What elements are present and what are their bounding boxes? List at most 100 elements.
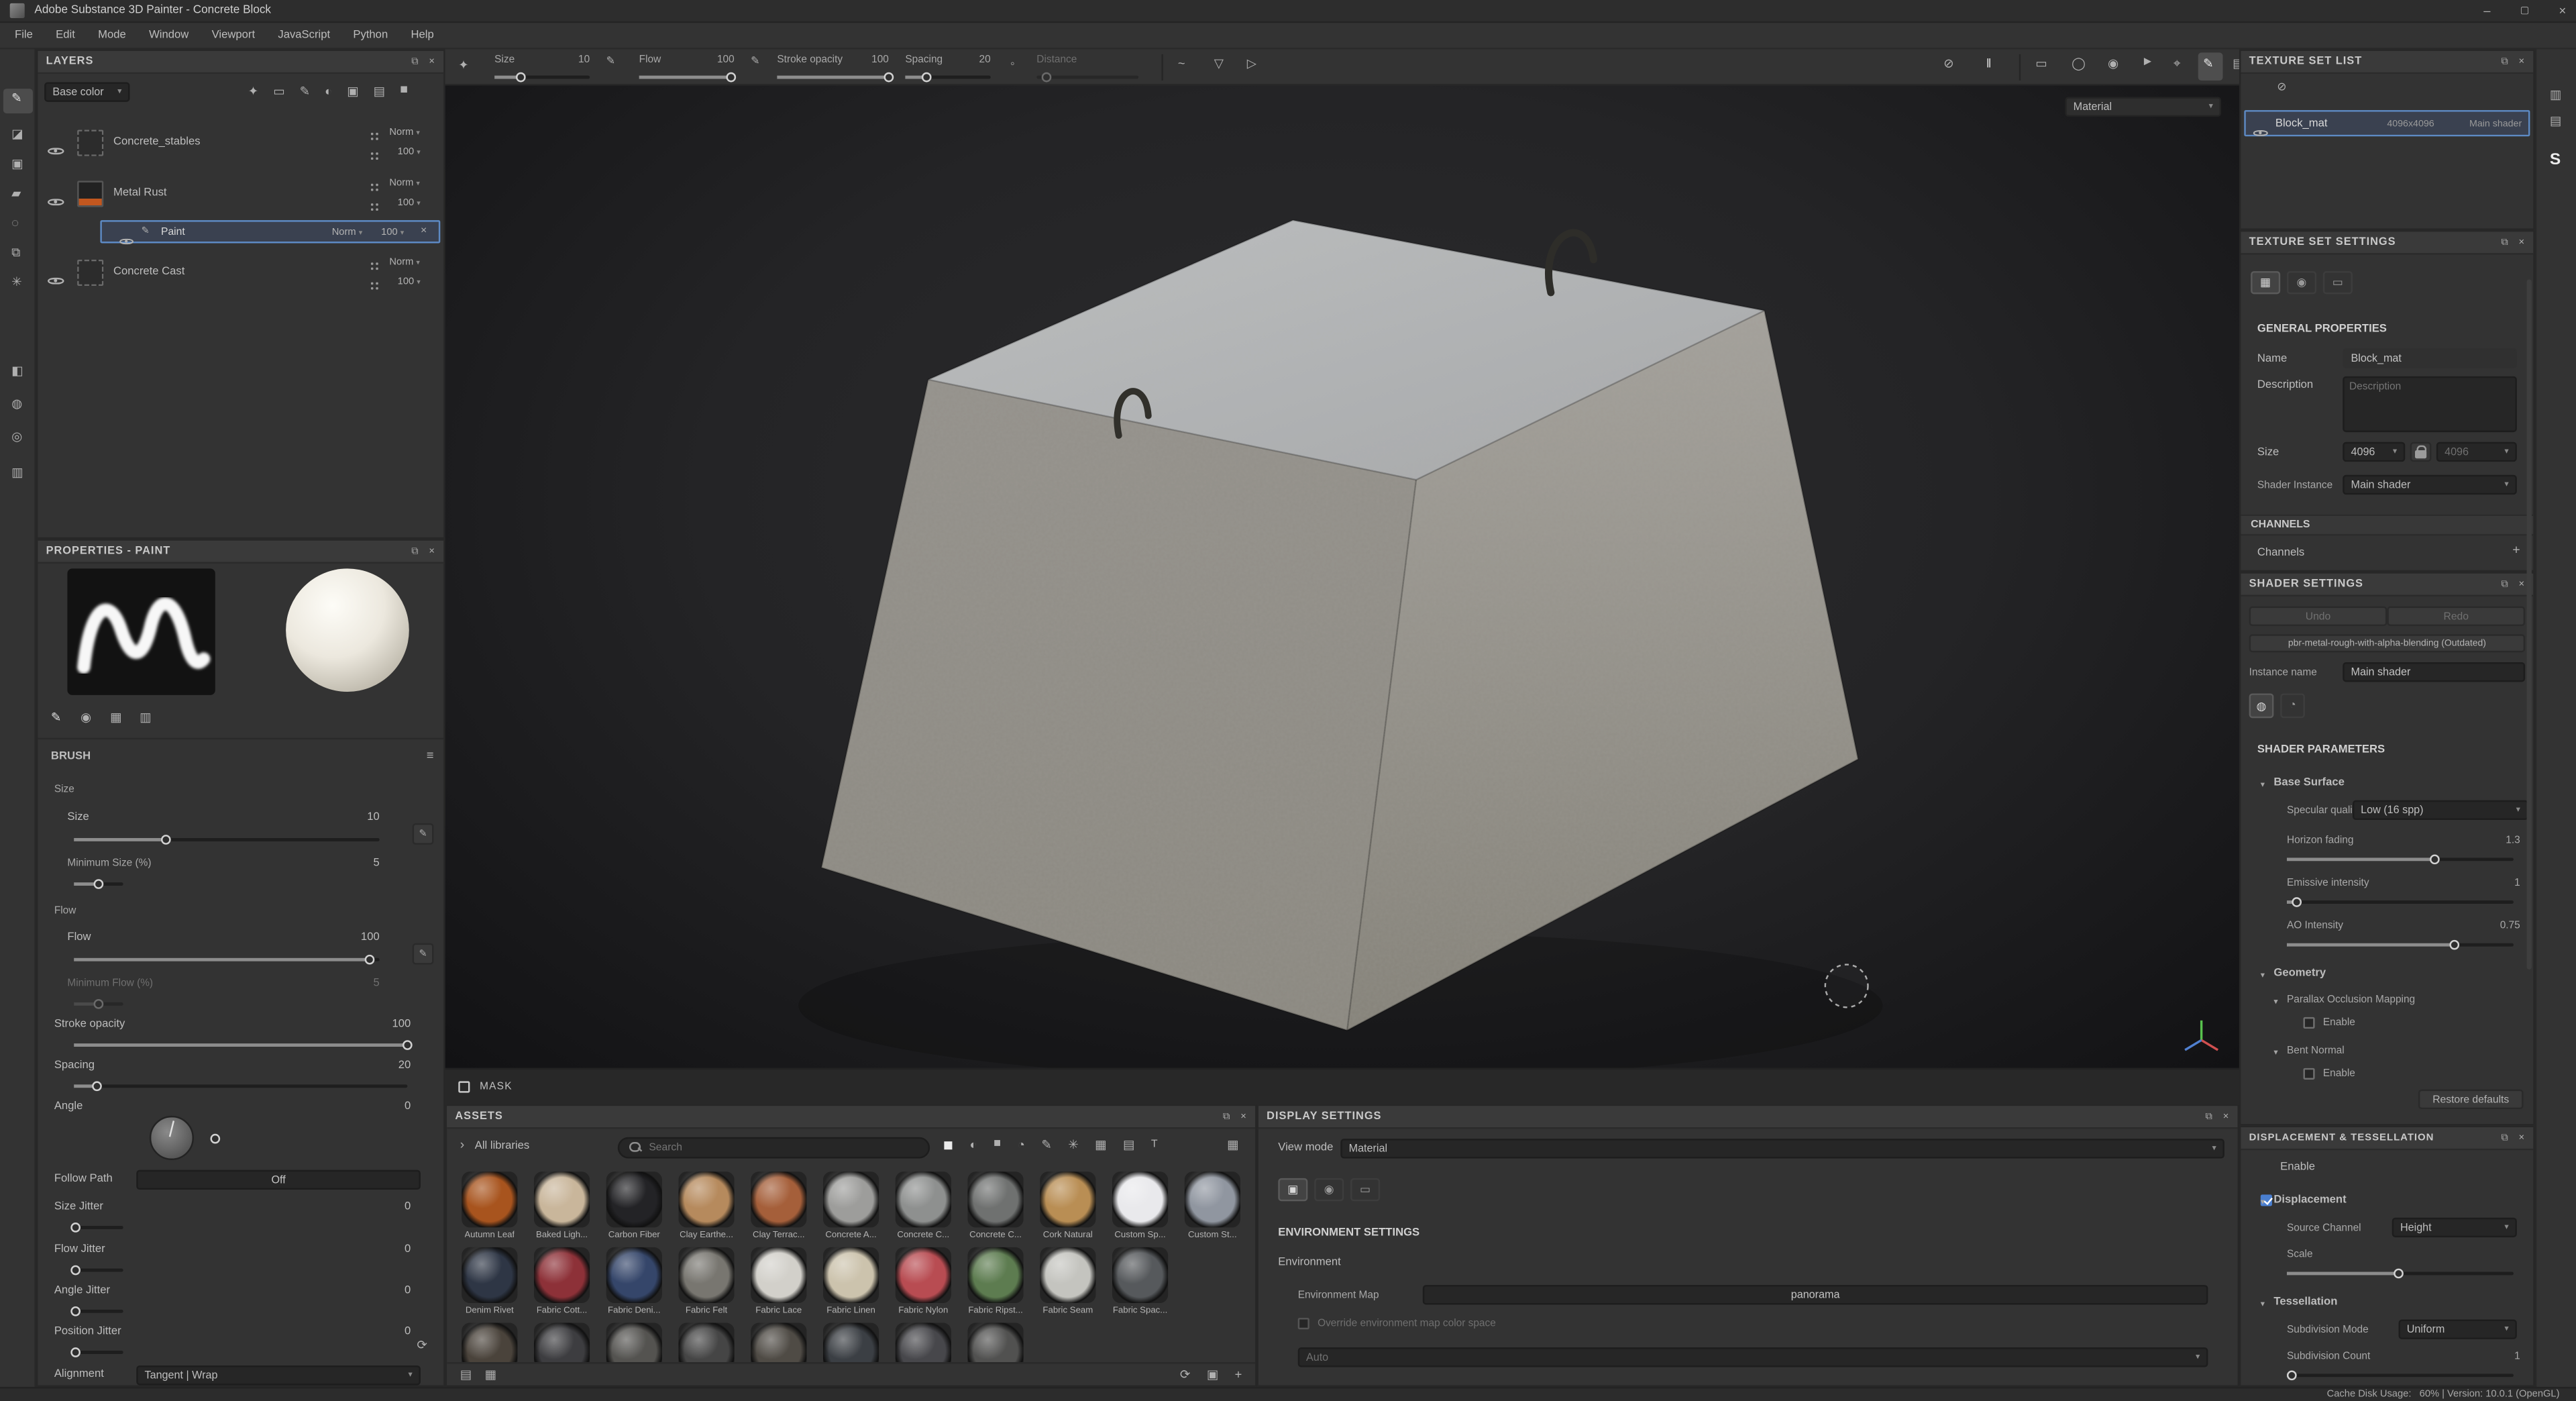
- concrete-block-model[interactable]: [445, 85, 2239, 1068]
- asset-item[interactable]: [890, 1322, 956, 1363]
- asset-thumbnail[interactable]: [822, 1322, 879, 1363]
- layer-thumbnail[interactable]: [77, 259, 104, 287]
- layer-opacity-dropdown[interactable]: 100 ▾: [398, 278, 421, 288]
- pause-engine-icon[interactable]: ‖: [1986, 58, 1992, 70]
- asset-thumbnail[interactable]: [967, 1247, 1024, 1304]
- angle-jitter-value[interactable]: 0: [405, 1285, 411, 1296]
- float-panel-icon[interactable]: ⧉: [1223, 1112, 1230, 1122]
- layer-row-metal-rust[interactable]: Metal Rust Norm ▾ 100 ▾: [38, 171, 443, 219]
- add-fill-layer-icon[interactable]: ▭: [273, 85, 284, 97]
- restore-defaults-button[interactable]: Restore defaults: [2418, 1089, 2524, 1110]
- asset-item[interactable]: Custom Sp...: [1108, 1172, 1173, 1241]
- float-panel-icon[interactable]: ⧉: [2501, 238, 2508, 248]
- angle-knob[interactable]: [210, 1133, 221, 1144]
- tessellation-section[interactable]: Tessellation: [2273, 1296, 2337, 1308]
- channels-section-header[interactable]: CHANNELS: [2241, 514, 2534, 536]
- close-panel-icon[interactable]: ×: [2223, 1112, 2230, 1122]
- camera-icon[interactable]: ◉: [2108, 58, 2118, 70]
- asset-thumbnail[interactable]: [967, 1322, 1024, 1363]
- float-panel-icon[interactable]: ⧉: [411, 56, 419, 66]
- specular-quality-dropdown[interactable]: Low (16 spp) ▾: [2352, 800, 2528, 821]
- redo-button[interactable]: Redo: [2387, 606, 2526, 627]
- brush-section-header[interactable]: BRUSH ≡: [38, 744, 443, 767]
- smart-material-icon[interactable]: ◍: [11, 398, 22, 410]
- collapse-icon[interactable]: ▾: [2261, 780, 2265, 790]
- tab-camera-icon[interactable]: ◉: [1314, 1178, 1344, 1202]
- size-lock-button[interactable]: [2410, 442, 2432, 462]
- layer-remove-icon[interactable]: ×: [421, 225, 427, 237]
- jitter-reset-icon[interactable]: ⟳: [417, 1339, 427, 1351]
- asset-item[interactable]: Concrete C...: [963, 1172, 1028, 1241]
- grid-view-icon[interactable]: ▦: [1227, 1139, 1238, 1151]
- menu-mode[interactable]: Mode: [87, 30, 138, 41]
- asset-item[interactable]: Fabric Linen: [818, 1247, 884, 1316]
- marquee-select-icon[interactable]: ▭: [2035, 58, 2047, 70]
- layer-visibility-icon[interactable]: [48, 195, 64, 209]
- asset-item[interactable]: Fabric Felt: [674, 1247, 739, 1316]
- base-surface-section[interactable]: Base Surface: [2273, 777, 2344, 788]
- layer-visibility-icon[interactable]: [119, 236, 133, 248]
- layer-blend-dropdown[interactable]: Norm ▾: [332, 228, 363, 238]
- asset-item[interactable]: Concrete C...: [890, 1172, 956, 1241]
- asset-item[interactable]: [457, 1322, 523, 1363]
- alignment-dropdown[interactable]: Tangent | Wrap ▾: [136, 1365, 421, 1386]
- toolbar-stroke-opacity-slider[interactable]: [777, 72, 894, 83]
- asset-item[interactable]: Autumn Leaf: [457, 1172, 523, 1241]
- asset-item[interactable]: [746, 1322, 812, 1363]
- right-scrollbar[interactable]: [2526, 279, 2531, 970]
- tab-bake-icon[interactable]: ▭: [2322, 271, 2353, 295]
- add-effect-icon[interactable]: ✦: [248, 85, 258, 97]
- size-group-label[interactable]: Size: [54, 784, 74, 795]
- asset-item[interactable]: Fabric Nylon: [890, 1247, 956, 1316]
- description-textarea[interactable]: [2343, 376, 2517, 433]
- angle-jitter-slider[interactable]: [70, 1306, 123, 1316]
- dock-panel-icon[interactable]: ▥: [2550, 89, 2561, 101]
- menu-edit[interactable]: Edit: [44, 30, 87, 41]
- toolbar-size-slider[interactable]: [494, 72, 590, 83]
- asset-thumbnail[interactable]: [606, 1247, 662, 1304]
- library-selector[interactable]: All libraries: [475, 1141, 529, 1152]
- layer-row-paint-selected[interactable]: ✎ Paint Norm ▾ 100 ▾ ×: [100, 220, 441, 246]
- ao-intensity-value[interactable]: 0.75: [2500, 920, 2520, 931]
- brush-stroke-preview[interactable]: [67, 568, 215, 695]
- asset-thumbnail[interactable]: [678, 1322, 735, 1363]
- asset-thumbnail[interactable]: [1040, 1247, 1096, 1304]
- subdivision-count-value[interactable]: 1: [2514, 1351, 2520, 1362]
- pom-section[interactable]: Parallax Occlusion Mapping: [2287, 994, 2415, 1006]
- asset-thumbnail[interactable]: [1112, 1247, 1169, 1304]
- hide-ui-icon[interactable]: ⊘: [1943, 58, 1953, 70]
- bent-normal-section[interactable]: Bent Normal: [2287, 1045, 2345, 1057]
- source-channel-dropdown[interactable]: Height ▾: [2392, 1217, 2517, 1238]
- add-channel-icon[interactable]: +: [2512, 543, 2520, 558]
- ao-intensity-slider[interactable]: [2286, 939, 2514, 950]
- add-asset-icon[interactable]: +: [1235, 1369, 1242, 1382]
- asset-item[interactable]: [529, 1322, 595, 1363]
- tab-channels-icon[interactable]: ▦: [2251, 271, 2281, 295]
- filter-materials-icon[interactable]: ◐: [969, 1139, 977, 1151]
- paint-tool-icon[interactable]: ✎: [11, 92, 21, 104]
- collapse-icon[interactable]: ▾: [2261, 971, 2265, 981]
- flow-group-label[interactable]: Flow: [54, 905, 76, 917]
- sphere-view-icon[interactable]: ◯: [2072, 58, 2086, 70]
- filter-textures-icon[interactable]: ▦: [1095, 1139, 1106, 1151]
- brush-options-icon[interactable]: ≡: [427, 749, 434, 762]
- tab-mesh-maps-icon[interactable]: ◉: [2286, 271, 2317, 295]
- scale-slider[interactable]: [2286, 1268, 2514, 1279]
- layer-row-concrete-cast[interactable]: Concrete Cast Norm ▾ 100 ▾: [38, 250, 443, 297]
- float-panel-icon[interactable]: ⧉: [2501, 56, 2508, 66]
- filter-environments-icon[interactable]: ▤: [1123, 1139, 1134, 1151]
- horizon-fading-slider[interactable]: [2286, 854, 2514, 865]
- pom-enable-checkbox[interactable]: [2303, 1017, 2315, 1029]
- size-width-dropdown[interactable]: 4096 ▾: [2343, 442, 2406, 462]
- asset-thumbnail[interactable]: [678, 1172, 735, 1228]
- pen-mode-icon[interactable]: ✎: [2203, 58, 2213, 70]
- asset-item[interactable]: Carbon Fiber: [601, 1172, 667, 1241]
- texture-set-row-selected[interactable]: Block_mat 4096x4096 Main shader: [2244, 110, 2530, 137]
- asset-thumbnail[interactable]: [533, 1247, 590, 1304]
- asset-thumbnail[interactable]: [533, 1322, 590, 1363]
- flow-jitter-value[interactable]: 0: [405, 1244, 411, 1255]
- mask-checkbox[interactable]: [458, 1081, 470, 1093]
- bent-enable-checkbox[interactable]: [2303, 1068, 2315, 1080]
- material-preview-sphere[interactable]: [286, 568, 409, 692]
- close-panel-icon[interactable]: ×: [2519, 56, 2526, 66]
